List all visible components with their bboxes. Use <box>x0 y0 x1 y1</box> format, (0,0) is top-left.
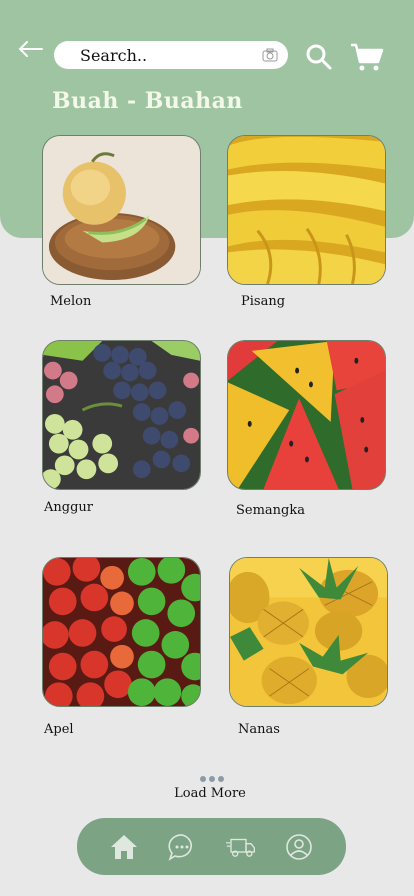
search-bar[interactable]: Search.. <box>54 41 288 69</box>
banana-image <box>228 136 385 284</box>
camera-icon[interactable] <box>262 48 278 62</box>
chat-icon <box>168 833 193 861</box>
pineapple-image <box>230 558 387 706</box>
product-card-melon[interactable] <box>42 135 201 285</box>
profile-icon <box>286 833 312 860</box>
product-label-nanas: Nanas <box>238 722 280 737</box>
back-button[interactable] <box>16 38 46 64</box>
search-icon[interactable] <box>305 43 333 71</box>
grapes-image <box>43 341 200 489</box>
load-more-dots-icon <box>200 776 224 782</box>
page-title: Buah - Buahan <box>52 88 243 114</box>
product-card-anggur[interactable] <box>42 340 201 490</box>
nav-chat[interactable] <box>165 830 199 864</box>
load-more-button[interactable]: Load More <box>150 786 270 801</box>
back-arrow-icon <box>18 41 43 57</box>
product-label-semangka: Semangka <box>236 503 305 518</box>
search-input[interactable]: Search.. <box>80 46 262 65</box>
cart-icon[interactable] <box>350 42 384 72</box>
watermelon-image <box>228 341 385 489</box>
apples-image <box>43 558 200 706</box>
product-card-nanas[interactable] <box>229 557 388 707</box>
nav-home[interactable] <box>107 830 141 864</box>
delivery-truck-icon <box>225 838 255 857</box>
product-label-apel: Apel <box>44 722 74 737</box>
product-card-semangka[interactable] <box>227 340 386 490</box>
melon-image <box>43 136 200 284</box>
product-card-pisang[interactable] <box>227 135 386 285</box>
product-label-pisang: Pisang <box>241 294 286 309</box>
home-icon <box>111 834 138 859</box>
nav-profile[interactable] <box>282 830 316 864</box>
product-card-apel[interactable] <box>42 557 201 707</box>
nav-delivery[interactable] <box>224 830 258 864</box>
bottom-nav <box>77 818 346 875</box>
product-label-anggur: Anggur <box>44 500 93 515</box>
product-label-melon: Melon <box>50 294 92 309</box>
